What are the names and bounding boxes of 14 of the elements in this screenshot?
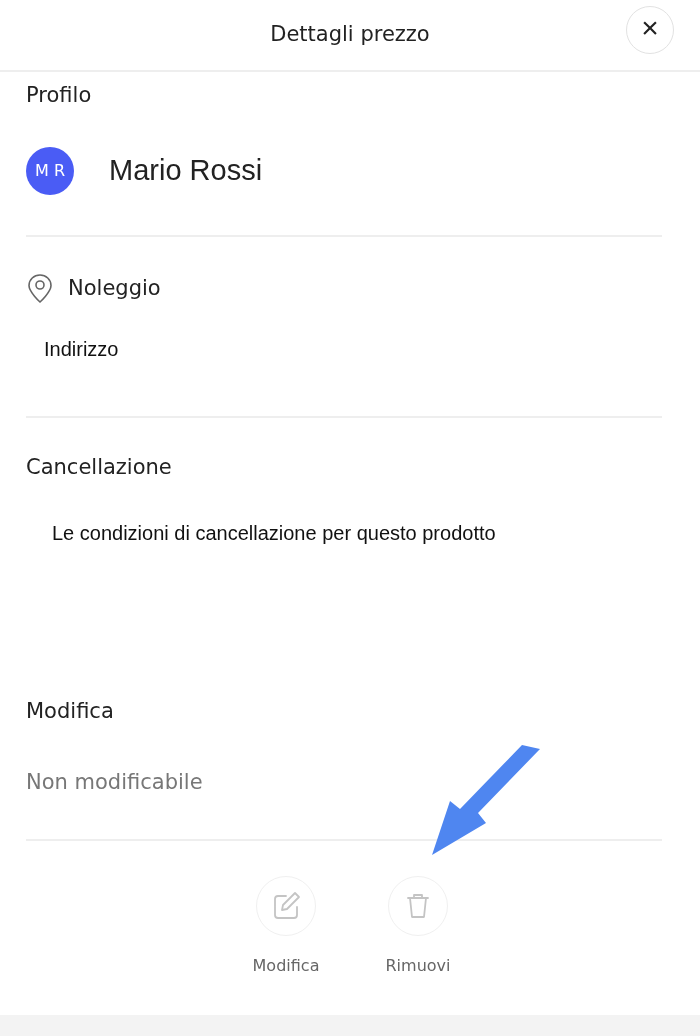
- avatar: M R: [26, 146, 74, 195]
- section-heading: Cancellazione: [26, 454, 173, 481]
- location-pin-icon: [26, 273, 54, 304]
- section-heading: Noleggio: [68, 274, 161, 302]
- action-label: Modifica: [252, 954, 320, 977]
- profile-name: Mario Rossi: [109, 152, 263, 188]
- section-heading: Modifica: [26, 697, 115, 725]
- dialog-title: Dettagli prezzo: [270, 21, 430, 49]
- close-button[interactable]: ×: [626, 6, 674, 54]
- section-heading: Profilo: [26, 82, 93, 109]
- cancellation-text: Le condizioni di cancellazione per questo prodotto: [52, 520, 497, 546]
- action-label: Rimuovi: [385, 954, 451, 977]
- status-text: Non modificabile: [26, 769, 204, 796]
- address-text: Indirizzo: [44, 337, 120, 362]
